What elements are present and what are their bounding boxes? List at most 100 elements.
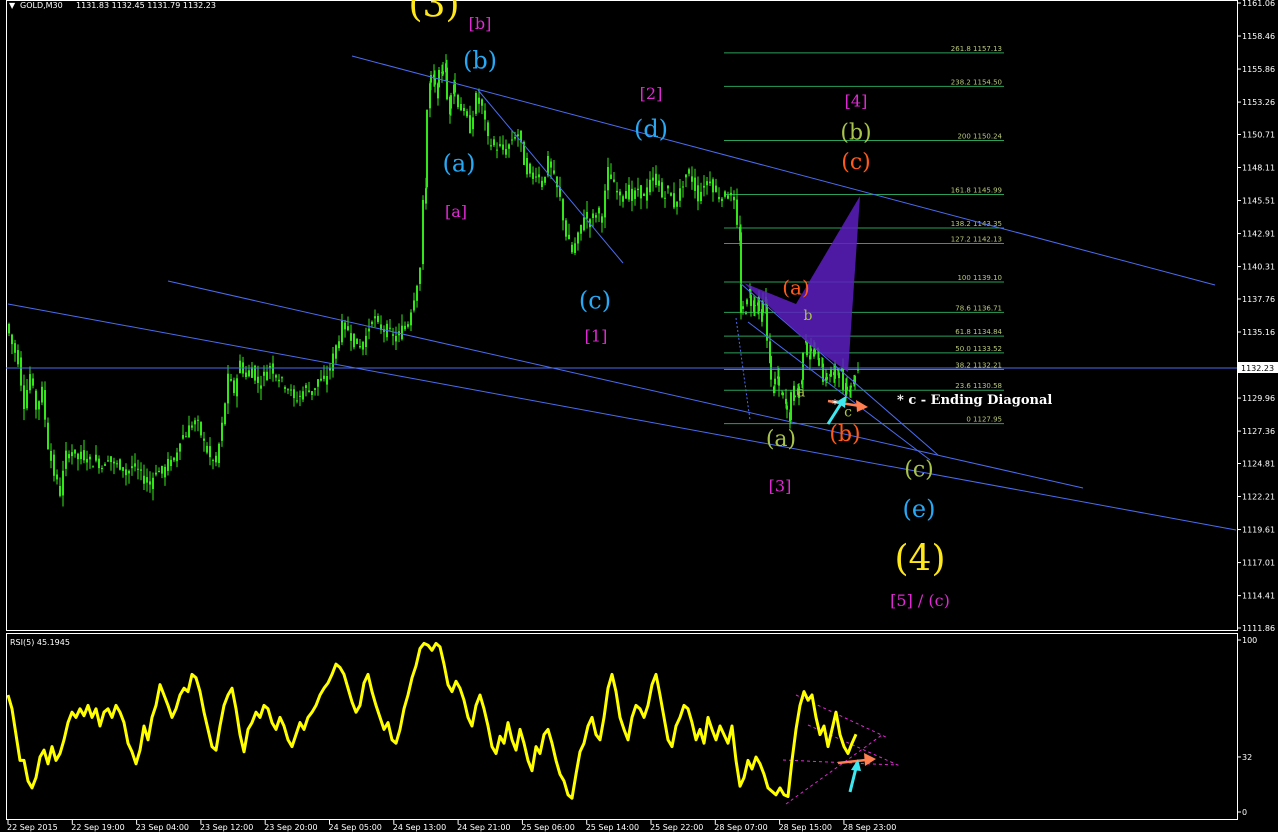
- candle-body: [786, 405, 788, 410]
- candle-body: [128, 470, 130, 474]
- candle-body: [508, 144, 510, 149]
- wave-label: [3]: [769, 477, 792, 496]
- candle-body: [110, 456, 112, 463]
- candle-body: [29, 374, 31, 391]
- price-tick-label: 1117.01: [1242, 559, 1275, 568]
- price-tick-label: 1142.91: [1242, 230, 1275, 239]
- candle-body: [50, 451, 52, 461]
- candle-body: [371, 321, 373, 325]
- fib-label: 0 1127.95: [966, 416, 1002, 424]
- candle-body: [450, 95, 452, 109]
- candle-body: [426, 110, 428, 188]
- candle-body: [407, 324, 409, 327]
- candle-body: [496, 149, 498, 151]
- candle-body: [782, 392, 784, 396]
- price-tick-label: 1127.36: [1242, 427, 1275, 436]
- candle-body: [119, 459, 121, 470]
- candle-body: [281, 377, 283, 379]
- candle-body: [302, 391, 304, 400]
- candle-body: [308, 390, 310, 392]
- candle-body: [715, 185, 717, 192]
- candle-body: [502, 144, 504, 150]
- candle-body: [619, 191, 621, 196]
- candle-body: [529, 163, 531, 174]
- candle-body: [53, 454, 55, 476]
- time-tick-label: 23 Sep 04:00: [136, 823, 189, 832]
- candle-body: [140, 469, 142, 471]
- fib-label: 261.8 1157.13: [951, 45, 1002, 53]
- candle-body: [562, 199, 564, 221]
- wave-label: (4): [895, 538, 946, 579]
- candle-body: [793, 385, 795, 401]
- candle-body: [472, 117, 474, 130]
- candle-body: [857, 369, 859, 371]
- candle-body: [131, 466, 133, 469]
- candle-body: [679, 188, 681, 201]
- candle-body: [826, 376, 828, 380]
- time-tick-label: 28 Sep 07:00: [714, 823, 767, 832]
- candle-body: [661, 182, 663, 198]
- wave-label: [b]: [469, 14, 492, 33]
- candle-body: [616, 190, 618, 193]
- price-tick-label: 1145.51: [1242, 197, 1275, 206]
- candle-body: [230, 379, 232, 381]
- candle-body: [392, 334, 394, 336]
- candle-body: [643, 193, 645, 196]
- rsi-tick-label: 32: [1242, 753, 1252, 762]
- candle-body: [56, 474, 58, 480]
- candle-body: [311, 391, 313, 395]
- time-tick-label: 22 Sep 2015: [7, 823, 58, 832]
- price-tick-label: 1155.86: [1242, 65, 1275, 74]
- wave-label: [2]: [640, 84, 663, 103]
- candle-body: [413, 300, 415, 311]
- candle-body: [74, 449, 76, 454]
- candle-body: [724, 191, 726, 197]
- price-tick-label: 1140.31: [1242, 263, 1275, 272]
- candle-body: [750, 295, 752, 306]
- candle-body: [122, 467, 124, 471]
- dropdown-triangle-icon[interactable]: ▼: [9, 1, 16, 10]
- candle-body: [377, 315, 379, 322]
- chart-ohlc: 1131.83 1132.45 1131.79 1132.23: [76, 1, 216, 10]
- candle-body: [389, 327, 391, 329]
- wave-label: (b): [463, 47, 497, 75]
- price-tick-label: 1111.86: [1242, 624, 1275, 633]
- candle-body: [194, 420, 196, 425]
- candle-body: [553, 170, 555, 174]
- candle-body: [794, 395, 796, 398]
- candle-body: [691, 176, 693, 182]
- chart-symbol: GOLD,M30: [20, 1, 63, 10]
- candle-body: [806, 341, 808, 356]
- candle-body: [158, 470, 160, 473]
- time-tick-label: 23 Sep 20:00: [264, 823, 317, 832]
- candle-body: [625, 191, 627, 199]
- candle-body: [356, 338, 358, 345]
- candle-body: [514, 137, 516, 139]
- candle-body: [182, 435, 184, 439]
- candle-body: [838, 372, 840, 379]
- candle-body: [740, 232, 742, 314]
- candle-body: [314, 388, 316, 390]
- candle-body: [227, 373, 229, 404]
- candle-body: [173, 457, 175, 461]
- candle-body: [673, 193, 675, 208]
- candle-body: [179, 443, 181, 452]
- candle-body: [185, 436, 187, 438]
- time-tick-label: 24 Sep 05:00: [329, 823, 382, 832]
- fib-label: 238.2 1154.50: [951, 78, 1002, 86]
- wave-label: (c): [904, 457, 934, 482]
- candle-body: [200, 422, 202, 436]
- candle-body: [538, 174, 540, 178]
- candle-body: [305, 385, 307, 389]
- candle-body: [401, 325, 403, 340]
- wave-label: [4]: [845, 92, 868, 111]
- candle-body: [236, 378, 238, 397]
- candle-body: [275, 375, 277, 378]
- price-tick-label: 1148.11: [1242, 164, 1275, 173]
- candle-body: [290, 389, 292, 391]
- candle-body: [526, 157, 528, 175]
- candle-body: [434, 78, 436, 85]
- candle-body: [475, 92, 477, 114]
- candle-body: [11, 334, 13, 345]
- time-tick-label: 25 Sep 06:00: [521, 823, 574, 832]
